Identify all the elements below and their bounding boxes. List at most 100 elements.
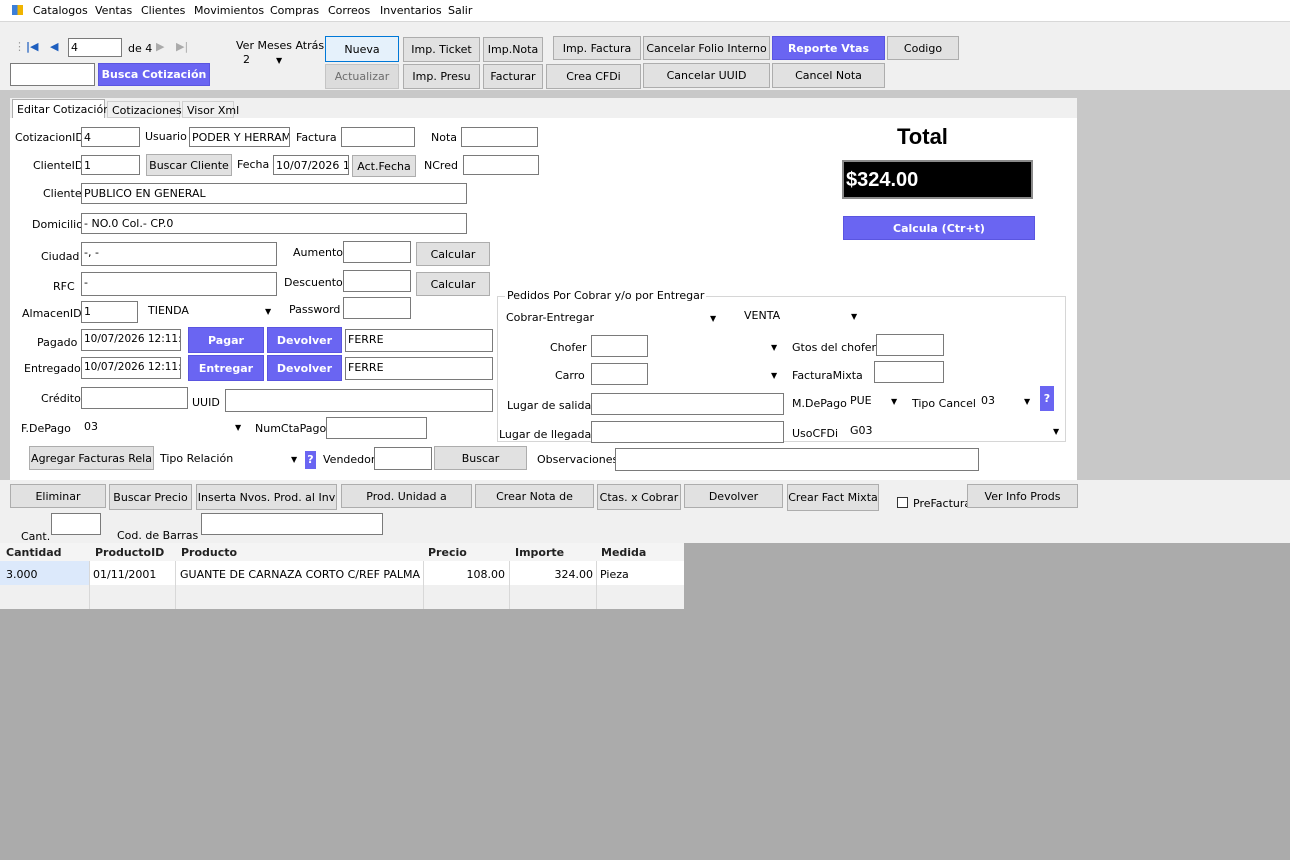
cell-cantidad[interactable]: 3.000 xyxy=(6,568,38,581)
tipo-relacion-select[interactable]: Tipo Relación ▼ xyxy=(157,450,302,468)
search-input[interactable] xyxy=(10,63,95,86)
calcula-button[interactable]: Calcula (Ctr+t) xyxy=(843,216,1035,240)
crear-fact-mixta-button[interactable]: Crear Fact Mixta xyxy=(787,484,879,511)
fdepago-select[interactable]: 03 ▼ xyxy=(82,418,247,436)
crea-cfdi-button[interactable]: Crea CFDi xyxy=(546,64,641,89)
cancel-nota-button[interactable]: Cancel Nota xyxy=(772,63,885,88)
cell-medida[interactable]: Pieza xyxy=(600,568,629,581)
tab-visor-xml[interactable]: Visor Xml xyxy=(182,101,239,118)
imp-factura-button[interactable]: Imp. Factura xyxy=(553,36,641,60)
cancelar-uuid-button[interactable]: Cancelar UUID xyxy=(643,63,770,88)
mdepago-select[interactable]: PUE ▼ xyxy=(848,392,903,410)
ver-info-prods-button[interactable]: Ver Info Prods xyxy=(967,484,1078,508)
usocfdi-select[interactable]: G03 ▼ xyxy=(848,422,1063,440)
lugar-salida-input[interactable] xyxy=(591,393,784,415)
col-cantidad[interactable]: Cantidad xyxy=(6,546,62,562)
lugar-llegada-input[interactable] xyxy=(591,421,784,443)
cotizacion-input[interactable]: 4 xyxy=(81,127,140,147)
cell-producto[interactable]: GUANTE DE CARNAZA CORTO C/REF PALMA ... xyxy=(180,568,420,581)
buscar-cliente-button[interactable]: Buscar Cliente xyxy=(146,154,232,176)
almacen-select[interactable]: TIENDA ▼ xyxy=(145,302,275,320)
col-precio[interactable]: Precio xyxy=(428,546,467,562)
agregar-facturas-button[interactable]: Agregar Facturas Rela xyxy=(29,446,154,470)
busca-cotizacion-button[interactable]: Busca Cotización xyxy=(98,63,210,86)
cant-input[interactable] xyxy=(51,513,101,535)
tab-cotizaciones[interactable]: Cotizaciones xyxy=(107,101,182,118)
fecha-input[interactable]: 10/07/2026 12 xyxy=(273,155,349,175)
menu-clientes[interactable]: Clientes xyxy=(141,4,185,17)
prod-unidad-button[interactable]: Prod. Unidad a xyxy=(341,484,472,508)
chofer-select[interactable]: ▼ xyxy=(651,337,784,355)
entregar-button[interactable]: Entregar xyxy=(188,355,264,381)
cliente-id-input[interactable]: 1 xyxy=(81,155,140,175)
menu-salir[interactable]: Salir xyxy=(448,4,472,17)
cell-precio[interactable]: 108.00 xyxy=(440,568,506,581)
imp-ticket-button[interactable]: Imp. Ticket xyxy=(403,37,480,62)
col-medida[interactable]: Medida xyxy=(601,546,646,562)
carro-select[interactable]: ▼ xyxy=(651,365,784,383)
ctas-cobrar-button[interactable]: Ctas. x Cobrar xyxy=(597,484,681,510)
menu-correos[interactable]: Correos xyxy=(328,4,370,17)
col-importe[interactable]: Importe xyxy=(515,546,564,562)
new-row[interactable] xyxy=(0,585,684,609)
nota-input[interactable] xyxy=(461,127,538,147)
move-previous-icon[interactable]: ◀ xyxy=(50,40,58,53)
move-next-icon[interactable]: ▶ xyxy=(156,40,164,53)
crear-nota-button[interactable]: Crear Nota de xyxy=(475,484,594,508)
menu-ventas[interactable]: Ventas xyxy=(95,4,132,17)
cobrar-entregar-select[interactable]: Cobrar-Entregar ▼ xyxy=(503,308,723,326)
rfc-input[interactable]: - xyxy=(81,272,277,296)
col-producto[interactable]: Producto xyxy=(181,546,237,562)
move-last-icon[interactable]: ▶| xyxy=(176,40,188,53)
prefactura-checkbox[interactable] xyxy=(897,497,908,508)
cliente-input[interactable]: PUBLICO EN GENERAL xyxy=(81,183,467,204)
ncred-input[interactable] xyxy=(463,155,539,175)
pagado-user-input[interactable]: FERRE xyxy=(345,329,493,352)
almacen-input[interactable]: 1 xyxy=(81,301,138,323)
chofer-input[interactable] xyxy=(591,335,648,357)
imp-nota-button[interactable]: Imp.Nota xyxy=(483,37,543,62)
usuario-input[interactable]: PODER Y HERRAMI xyxy=(189,127,290,147)
meses-select[interactable]: 2 ▼ xyxy=(240,52,290,68)
tipo-cancel-select[interactable]: 03 ▼ xyxy=(978,392,1036,410)
help-icon[interactable]: ? xyxy=(305,451,316,469)
venta-select[interactable]: VENTA ▼ xyxy=(741,306,861,324)
tab-editar-cotizacion[interactable]: Editar Cotización xyxy=(12,99,110,119)
uuid-input[interactable] xyxy=(225,389,493,412)
menu-catalogos[interactable]: Catalogos xyxy=(33,4,88,17)
factura-input[interactable] xyxy=(341,127,415,147)
numcta-input[interactable] xyxy=(326,417,427,439)
entregado-user-input[interactable]: FERRE xyxy=(345,357,493,380)
codigo-button[interactable]: Codigo xyxy=(887,36,959,60)
pagado-input[interactable]: 10/07/2026 12:11:0 xyxy=(81,329,181,351)
cod-barras-input[interactable] xyxy=(201,513,383,535)
cancelar-folio-button[interactable]: Cancelar Folio Interno xyxy=(643,36,770,60)
menu-compras[interactable]: Compras xyxy=(270,4,319,17)
nueva-button[interactable]: Nueva xyxy=(325,36,399,62)
observaciones-input[interactable] xyxy=(615,448,979,471)
carro-input[interactable] xyxy=(591,363,648,385)
help-icon[interactable]: ? xyxy=(1040,386,1054,411)
calcular-descuento-button[interactable]: Calcular xyxy=(416,272,490,296)
domicilio-input[interactable]: - NO.0 Col.- CP.0 xyxy=(81,213,467,234)
menu-movimientos[interactable]: Movimientos xyxy=(194,4,264,17)
reporte-vtas-button[interactable]: Reporte Vtas xyxy=(772,36,885,60)
aumento-input[interactable] xyxy=(343,241,411,263)
credito-input[interactable] xyxy=(81,387,188,409)
devolver-pago-button[interactable]: Devolver xyxy=(267,327,342,353)
act-fecha-button[interactable]: Act.Fecha xyxy=(352,155,416,177)
position-input[interactable]: 4 xyxy=(68,38,122,57)
inserta-nvos-prod-button[interactable]: Inserta Nvos. Prod. al Inv xyxy=(196,484,337,510)
ciudad-input[interactable]: -, - xyxy=(81,242,277,266)
descuento-input[interactable] xyxy=(343,270,411,292)
move-first-icon[interactable]: |◀ xyxy=(26,40,38,53)
calcular-aumento-button[interactable]: Calcular xyxy=(416,242,490,266)
facturar-button[interactable]: Facturar xyxy=(483,64,543,89)
devolver-button[interactable]: Devolver xyxy=(684,484,783,508)
menu-inventarios[interactable]: Inventarios xyxy=(380,4,442,17)
col-productoid[interactable]: ProductoID xyxy=(95,546,164,562)
cell-productoid[interactable]: 01/11/2001 xyxy=(93,568,156,581)
entregado-input[interactable]: 10/07/2026 12:11:1 xyxy=(81,357,181,379)
imp-presu-button[interactable]: Imp. Presu xyxy=(403,64,480,89)
vendedor-input[interactable] xyxy=(374,447,432,470)
